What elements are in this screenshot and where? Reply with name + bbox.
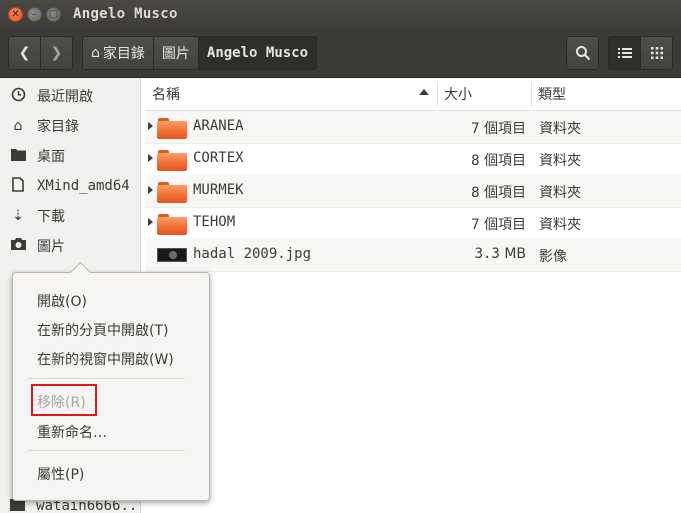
clock-icon — [10, 87, 26, 106]
folder-icon — [157, 118, 187, 139]
chevron-right-icon: ❯ — [50, 45, 63, 61]
table-row[interactable]: MURMEK 8 個項目 資料夾 — [146, 175, 681, 208]
file-type: 資料夾 — [539, 153, 581, 169]
sidebar-item-label: XMind_amd64 — [37, 178, 130, 194]
highlight-box — [31, 384, 97, 416]
image-thumbnail — [157, 248, 187, 262]
menu-item-properties[interactable]: 屬性(P) — [37, 464, 84, 484]
breadcrumb-home-label: 家目錄 — [102, 46, 145, 62]
menu-item-open-tab[interactable]: 在新的分頁中開啟(T) — [37, 320, 168, 340]
sidebar-item-pictures[interactable]: 圖片 — [0, 231, 140, 261]
close-icon: ✕ — [11, 8, 20, 20]
table-row[interactable]: TEHOM 7 個項目 資料夾 — [146, 207, 681, 240]
file-size: 8 個項目 — [471, 153, 526, 169]
breadcrumb-home[interactable]: ⌂ 家目錄 — [83, 37, 154, 69]
file-size: 8 個項目 — [471, 185, 526, 201]
grid-view-button[interactable] — [640, 36, 673, 70]
forward-button[interactable]: ❯ — [40, 36, 73, 70]
sidebar-item-label: 桌面 — [37, 149, 65, 165]
toolbar: ❮ ❯ ⌂ 家目錄 圖片 Angelo Musco — [0, 30, 681, 78]
file-size: 7 個項目 — [471, 217, 526, 233]
column-header-size[interactable]: 大小 — [438, 78, 531, 111]
column-type-label: 類型 — [538, 87, 566, 103]
table-row[interactable]: ARANEA 7 個項目 資料夾 — [146, 111, 681, 144]
maximize-window-button[interactable]: □ — [46, 7, 61, 22]
breadcrumb-pictures-label: 圖片 — [161, 46, 190, 62]
sidebar-item-label: 圖片 — [37, 239, 65, 255]
search-icon — [575, 46, 590, 61]
close-window-button[interactable]: ✕ — [8, 7, 23, 22]
back-button[interactable]: ❮ — [8, 36, 41, 70]
menu-separator — [27, 378, 185, 379]
list-view-icon — [617, 48, 632, 58]
title-bar: ✕ – □ Angelo Musco — [0, 0, 681, 30]
home-icon: ⌂ — [13, 118, 23, 134]
menu-item-open[interactable]: 開啟(O) — [37, 291, 87, 311]
camera-icon — [10, 238, 26, 254]
sidebar-item-xmind[interactable]: XMind_amd64 — [0, 171, 140, 201]
file-icon — [10, 176, 26, 196]
folder-icon — [10, 148, 26, 165]
file-size: 3.3 MB — [474, 246, 526, 262]
file-type: 影像 — [539, 249, 567, 265]
breadcrumb-pictures[interactable]: 圖片 — [153, 37, 199, 69]
minimize-icon: – — [32, 8, 37, 20]
table-row[interactable]: CORTEX 8 個項目 資料夾 — [146, 143, 681, 176]
sidebar-item-downloads[interactable]: ⇣ 下載 — [0, 201, 140, 231]
folder-icon — [157, 182, 187, 203]
sort-ascending-icon — [419, 89, 429, 95]
list-view-button[interactable] — [608, 36, 641, 70]
sidebar-item-recent[interactable]: 最近開啟 — [0, 81, 140, 111]
sidebar-item-label: 最近開啟 — [37, 89, 93, 105]
file-type: 資料夾 — [539, 185, 581, 201]
search-button[interactable] — [566, 36, 599, 70]
folder-icon — [157, 214, 187, 235]
sidebar-item-label: 家目錄 — [37, 119, 79, 135]
file-name: ARANEA — [193, 118, 244, 134]
window-title: Angelo Musco — [73, 6, 178, 22]
file-name: CORTEX — [193, 150, 244, 166]
file-name: hadal 2009.jpg — [193, 246, 312, 262]
breadcrumb: ⌂ 家目錄 圖片 Angelo Musco — [82, 36, 318, 70]
sidebar-item-desktop[interactable]: 桌面 — [0, 141, 140, 171]
chevron-left-icon: ❮ — [18, 45, 31, 61]
sidebar-item-home[interactable]: ⌂ 家目錄 — [0, 111, 140, 141]
breadcrumb-current[interactable]: Angelo Musco — [198, 37, 317, 69]
menu-item-rename[interactable]: 重新命名… — [37, 422, 107, 442]
file-type: 資料夾 — [539, 217, 581, 233]
column-header-name[interactable]: 名稱 — [146, 78, 436, 111]
expand-arrow-icon[interactable] — [148, 154, 153, 162]
expand-arrow-icon[interactable] — [148, 122, 153, 130]
file-type: 資料夾 — [539, 121, 581, 137]
table-row[interactable]: hadal 2009.jpg 3.3 MB 影像 — [146, 239, 681, 272]
download-icon: ⇣ — [12, 208, 24, 224]
menu-item-open-window[interactable]: 在新的視窗中開啟(W) — [37, 349, 174, 369]
expand-arrow-icon[interactable] — [148, 218, 153, 226]
home-icon: ⌂ — [91, 45, 100, 61]
sidebar-item-label: 下載 — [37, 209, 65, 225]
grid-view-icon — [650, 47, 663, 59]
expand-arrow-icon[interactable] — [148, 186, 153, 194]
minimize-window-button[interactable]: – — [27, 7, 42, 22]
column-name-label: 名稱 — [152, 87, 180, 103]
menu-separator — [27, 450, 185, 451]
file-name: TEHOM — [193, 214, 236, 230]
file-list: 名稱 大小 類型 ARANEA 7 個項目 資料夾 CORTEX 8 個項目 資… — [146, 78, 681, 513]
file-size: 7 個項目 — [471, 121, 526, 137]
column-size-label: 大小 — [444, 87, 472, 103]
column-header-type[interactable]: 類型 — [532, 78, 681, 111]
file-name: MURMEK — [193, 182, 244, 198]
breadcrumb-current-label: Angelo Musco — [206, 45, 309, 61]
folder-icon — [157, 150, 187, 171]
maximize-icon: □ — [48, 8, 59, 20]
